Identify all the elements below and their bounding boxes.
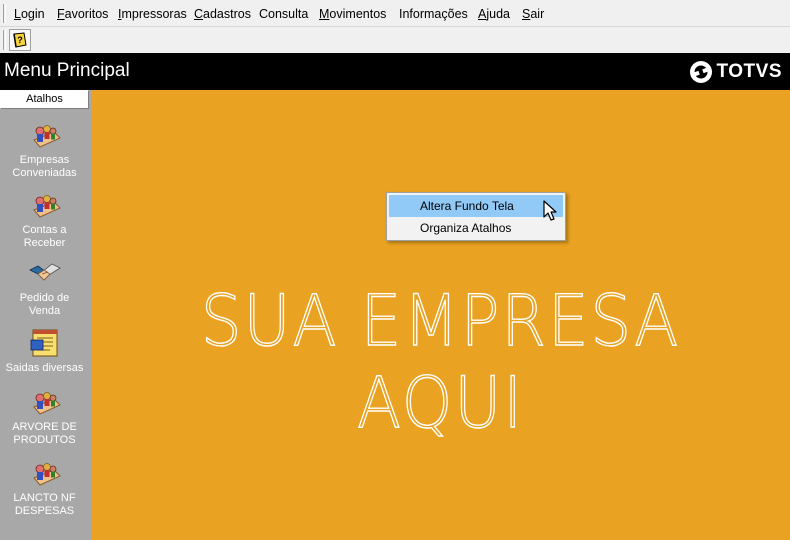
notepad-icon xyxy=(30,329,57,357)
people-group-icon xyxy=(32,195,61,218)
shortcut-label: Contas a xyxy=(22,224,67,236)
company-placeholder-text: SUA EMPRESA AQUI xyxy=(200,279,681,444)
shortcut-label: Saidas diversas xyxy=(5,362,84,374)
window-title: Menu Principal xyxy=(4,60,130,81)
shortcuts-sidebar: Atalhos Empresas Conveniadas Contas a Rece… xyxy=(0,90,91,540)
context-menu-item-altera-fundo-tela[interactable]: Altera Fundo Tela xyxy=(389,195,563,217)
shortcut-contas-receber[interactable]: Contas a Receber xyxy=(0,190,89,250)
toolbar: ? xyxy=(0,27,790,53)
sidebar-header[interactable]: Atalhos xyxy=(0,90,89,109)
menu-impressoras[interactable]: Impressoras xyxy=(118,6,187,22)
title-bar: Menu Principal TOTVS xyxy=(0,53,790,90)
shortcut-label: ARVORE DE xyxy=(12,421,77,433)
shortcut-label: DESPESAS xyxy=(14,505,75,517)
shortcut-empresas-conveniadas[interactable]: Empresas Conveniadas xyxy=(0,120,89,180)
shortcut-label: Venda xyxy=(28,305,61,317)
people-group-icon xyxy=(32,125,61,148)
menu-sair[interactable]: Sair xyxy=(522,6,544,22)
help-button[interactable]: ? xyxy=(9,29,31,51)
shortcut-label: Empresas xyxy=(19,154,70,166)
shortcut-label: LANCTO NF xyxy=(13,492,76,504)
menubar-grip[interactable] xyxy=(3,4,6,23)
shortcut-arvore-produtos[interactable]: ARVORE DE PRODUTOS xyxy=(0,387,89,447)
people-group-icon xyxy=(32,463,61,486)
menu-favoritos[interactable]: Favoritos xyxy=(57,6,108,22)
menu-informacoes[interactable]: Informações xyxy=(399,6,468,22)
shortcut-lancto-nf-despesas[interactable]: LANCTO NF DESPESAS xyxy=(0,458,89,518)
menu-cadastros[interactable]: Cadastros xyxy=(194,6,251,22)
shortcut-label: Pedido de xyxy=(19,292,70,304)
handshake-icon xyxy=(28,263,61,281)
menu-consulta[interactable]: Consulta xyxy=(259,6,308,22)
menu-ajuda[interactable]: Ajuda xyxy=(478,6,510,22)
totvs-logo-icon xyxy=(689,61,712,83)
shortcut-label: Receber xyxy=(23,237,66,249)
context-menu: Altera Fundo Tela Organiza Atalhos xyxy=(386,192,566,241)
mouse-cursor-icon xyxy=(543,200,557,221)
svg-text:?: ? xyxy=(17,35,23,45)
help-book-icon: ? xyxy=(13,32,27,48)
toolbar-grip[interactable] xyxy=(3,30,6,50)
shortcut-pedido-venda[interactable]: Pedido de Venda xyxy=(0,258,89,318)
logo-text: TOTVS xyxy=(716,61,782,82)
context-menu-item-organiza-atalhos[interactable]: Organiza Atalhos xyxy=(389,217,563,239)
shortcut-saidas-diversas[interactable]: Saidas diversas xyxy=(0,328,89,375)
menu-bar: Login Favoritos Impressoras Cadastros Co… xyxy=(0,0,790,27)
shortcut-label: Conveniadas xyxy=(12,167,77,179)
people-group-icon xyxy=(32,392,61,415)
menu-movimentos[interactable]: Movimentos xyxy=(319,6,386,22)
menu-login[interactable]: Login xyxy=(14,6,45,22)
shortcut-label: PRODUTOS xyxy=(13,434,76,446)
main-background[interactable]: SUA EMPRESA AQUI xyxy=(91,90,790,540)
totvs-logo: TOTVS xyxy=(689,59,783,85)
